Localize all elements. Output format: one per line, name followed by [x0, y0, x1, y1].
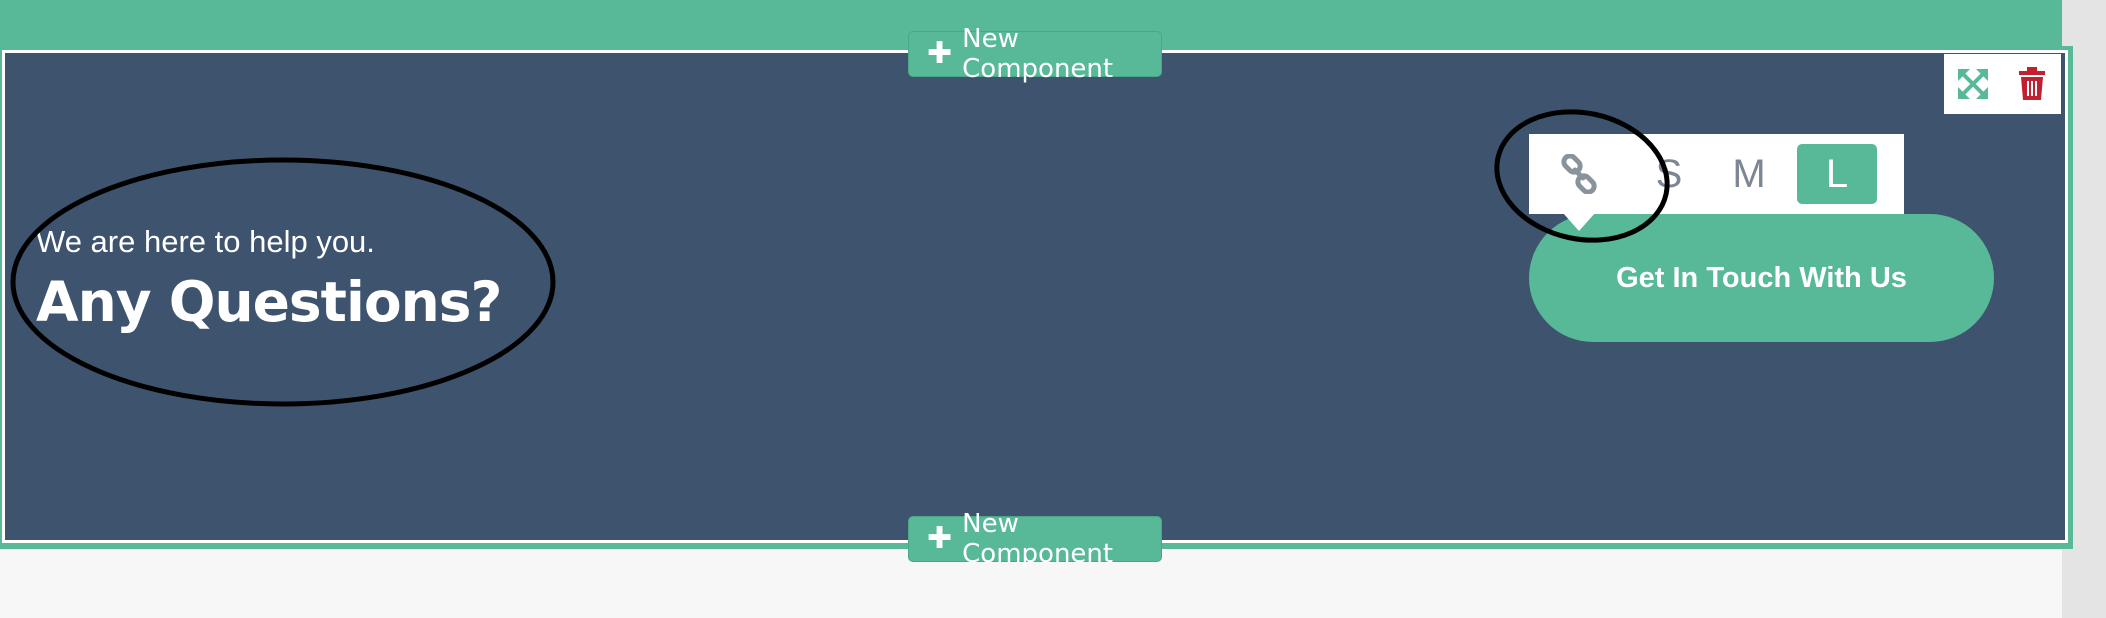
cta-label: Get In Touch With Us	[1616, 261, 1907, 294]
new-component-button-bottom[interactable]: ✚ New Component	[908, 509, 1162, 569]
new-component-label: New Component	[962, 509, 1114, 569]
hero-title: Any Questions?	[36, 270, 502, 334]
link-icon[interactable]	[1529, 144, 1629, 204]
size-small-option[interactable]: S	[1629, 144, 1709, 204]
plus-icon: ✚	[927, 36, 953, 71]
button-size-toolbar: S M L	[1529, 134, 1904, 214]
toolbar-caret	[1563, 213, 1595, 231]
new-component-label: New Component	[962, 24, 1114, 84]
hero-subtitle: We are here to help you.	[36, 224, 375, 259]
expand-icon[interactable]	[1953, 64, 1993, 104]
new-component-button-top[interactable]: ✚ New Component	[908, 24, 1162, 84]
hero-text-block[interactable]: We are here to help you. Any Questions?	[36, 224, 502, 334]
trash-icon[interactable]	[2012, 64, 2052, 104]
get-in-touch-button[interactable]: Get In Touch With Us	[1529, 214, 1994, 342]
size-large-option[interactable]: L	[1797, 144, 1877, 204]
plus-icon: ✚	[927, 521, 953, 556]
size-medium-option[interactable]: M	[1709, 144, 1789, 204]
section-toolbar	[1944, 54, 2061, 114]
